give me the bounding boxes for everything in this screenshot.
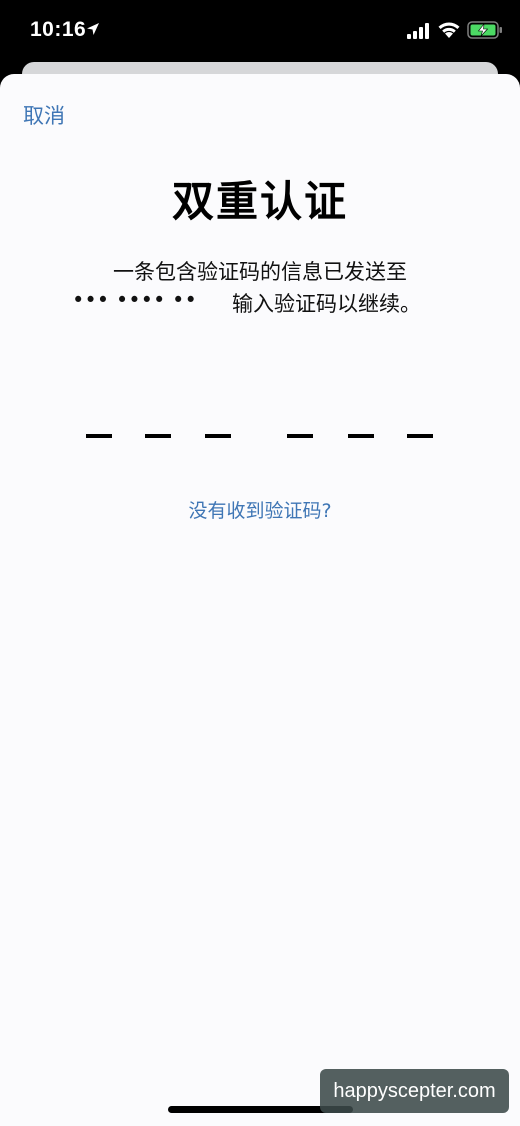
code-slot-2[interactable] — [145, 434, 171, 438]
two-factor-sheet — [0, 74, 520, 1126]
code-slot-3[interactable] — [205, 434, 231, 438]
status-bar: 10:16 — [0, 0, 520, 62]
message-text: 一条包含验证码的信息已发送至 — [113, 260, 407, 284]
page-title: 双重认证 — [171, 177, 348, 226]
battery-charging-icon — [467, 21, 502, 39]
code-slot-6[interactable] — [407, 434, 433, 438]
code-slot-4[interactable] — [287, 434, 313, 438]
phone-screen: 10:16 取消 双重认证 一条包含验证码的信息已发送至 ••• •••• ••… — [0, 0, 520, 1126]
cellular-signal-icon — [407, 23, 429, 39]
code-slot-5[interactable] — [348, 434, 374, 438]
status-time: 10:16 — [30, 18, 87, 41]
location-arrow-icon — [87, 23, 99, 35]
message-suffix: 输入验证码以继续。 — [232, 292, 421, 316]
resend-code-link[interactable]: 没有收到验证码? — [0, 496, 520, 523]
wifi-icon — [438, 22, 460, 38]
cancel-button[interactable]: 取消 — [23, 100, 65, 130]
message-continuation: ••• •••• •• 输入验证码以继续。 — [72, 288, 492, 320]
verification-code-input[interactable] — [0, 420, 520, 460]
watermark: happyscepter.com — [320, 1069, 509, 1113]
masked-phone-number: ••• •••• •• — [72, 288, 197, 312]
code-slot-1[interactable] — [86, 434, 112, 438]
